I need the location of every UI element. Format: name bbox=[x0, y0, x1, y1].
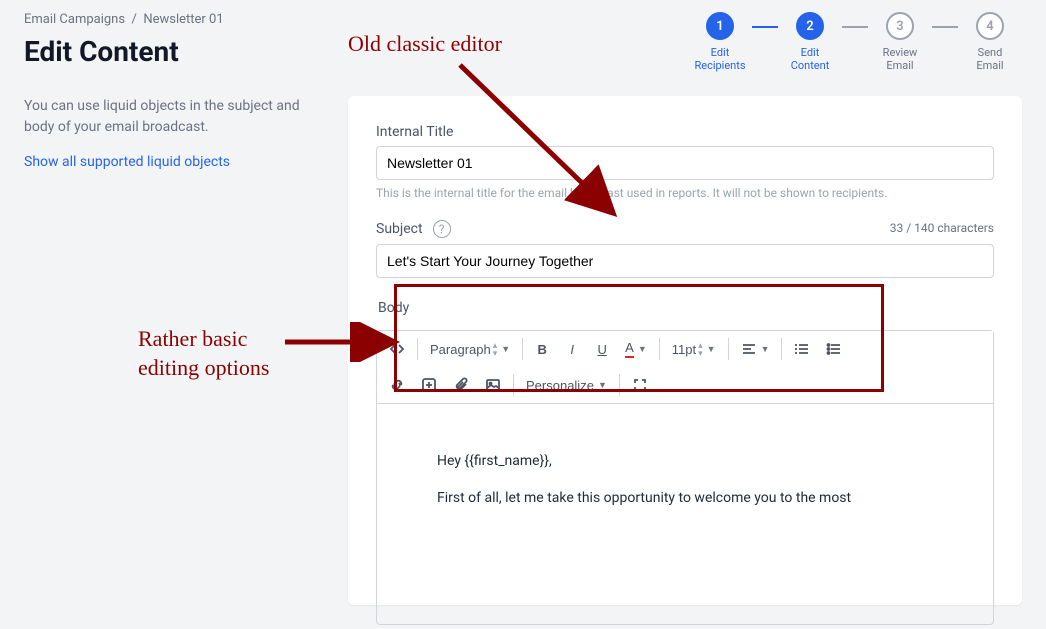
underline-button[interactable]: U bbox=[589, 335, 615, 363]
internal-title-input[interactable] bbox=[376, 146, 994, 180]
step-send-email[interactable]: 4 Send Email bbox=[958, 12, 1022, 72]
step-connector bbox=[932, 26, 958, 28]
step-edit-content[interactable]: 2 Edit Content bbox=[778, 12, 842, 72]
chevron-down-icon: ▼ bbox=[598, 380, 607, 390]
unordered-list-icon bbox=[826, 341, 842, 357]
body-label: Body bbox=[376, 296, 994, 320]
image-icon bbox=[485, 377, 501, 393]
step-circle-4: 4 bbox=[976, 12, 1004, 40]
link-icon bbox=[389, 377, 405, 393]
stepper: 1 Edit Recipients 2 Edit Content 3 Revie… bbox=[688, 12, 1022, 72]
chevron-down-icon: ▼ bbox=[761, 344, 770, 354]
plus-square-icon bbox=[421, 377, 437, 393]
body-editor: Paragraph ▴▾ ▼ B I U A ▼ 11pt ▴▾ bbox=[376, 330, 994, 625]
subject-char-count: 33 / 140 characters bbox=[890, 221, 994, 235]
align-left-icon bbox=[741, 341, 757, 357]
body-line: Hey {{first_name}}, bbox=[437, 450, 933, 472]
image-button[interactable] bbox=[479, 371, 507, 399]
step-connector bbox=[752, 26, 778, 28]
show-liquid-objects-link[interactable]: Show all supported liquid objects bbox=[24, 154, 230, 170]
step-circle-1: 1 bbox=[706, 12, 734, 40]
attachment-button[interactable] bbox=[447, 371, 475, 399]
internal-title-label: Internal Title bbox=[376, 124, 994, 140]
subject-input[interactable] bbox=[376, 244, 994, 278]
italic-button[interactable]: I bbox=[559, 335, 585, 363]
unordered-list-button[interactable] bbox=[820, 335, 848, 363]
step-circle-3: 3 bbox=[886, 12, 914, 40]
breadcrumb-current: Newsletter 01 bbox=[143, 12, 223, 27]
sort-icon: ▴▾ bbox=[698, 341, 703, 357]
internal-title-hint: This is the internal title for the email… bbox=[376, 186, 994, 200]
sort-icon: ▴▾ bbox=[493, 341, 498, 357]
code-icon bbox=[389, 341, 405, 357]
step-review-email[interactable]: 3 Review Email bbox=[868, 12, 932, 72]
paragraph-style-dropdown[interactable]: Paragraph ▴▾ ▼ bbox=[424, 335, 516, 363]
fullscreen-button[interactable] bbox=[626, 371, 654, 399]
content-card: Internal Title This is the internal titl… bbox=[348, 96, 1022, 605]
step-edit-recipients[interactable]: 1 Edit Recipients bbox=[688, 12, 752, 72]
step-connector bbox=[842, 26, 868, 28]
align-button[interactable]: ▼ bbox=[735, 335, 776, 363]
chevron-down-icon: ▼ bbox=[638, 344, 647, 354]
step-circle-2: 2 bbox=[796, 12, 824, 40]
paperclip-icon bbox=[453, 377, 469, 393]
help-icon[interactable]: ? bbox=[433, 220, 451, 238]
ordered-list-button[interactable] bbox=[788, 335, 816, 363]
chevron-down-icon: ▼ bbox=[707, 344, 716, 354]
breadcrumb-parent[interactable]: Email Campaigns bbox=[24, 12, 125, 27]
personalize-dropdown[interactable]: Personalize ▼ bbox=[520, 371, 613, 399]
ordered-list-icon bbox=[794, 341, 810, 357]
page-title: Edit Content bbox=[24, 35, 688, 68]
body-line: First of all, let me take this opportuni… bbox=[437, 487, 933, 509]
insert-button[interactable] bbox=[415, 371, 443, 399]
bold-button[interactable]: B bbox=[529, 335, 555, 363]
subject-label: Subject bbox=[376, 221, 423, 237]
helper-text: You can use liquid objects in the subjec… bbox=[24, 96, 324, 138]
chevron-down-icon: ▼ bbox=[501, 344, 510, 354]
text-color-button[interactable]: A ▼ bbox=[619, 335, 653, 363]
editor-canvas[interactable]: Hey {{first_name}}, First of all, let me… bbox=[377, 404, 993, 624]
font-size-dropdown[interactable]: 11pt ▴▾ ▼ bbox=[666, 335, 722, 363]
breadcrumb: Email Campaigns / Newsletter 01 bbox=[24, 12, 688, 27]
expand-icon bbox=[632, 377, 648, 393]
link-button[interactable] bbox=[383, 371, 411, 399]
code-view-button[interactable] bbox=[383, 335, 411, 363]
editor-toolbar: Paragraph ▴▾ ▼ B I U A ▼ 11pt ▴▾ bbox=[377, 331, 993, 404]
